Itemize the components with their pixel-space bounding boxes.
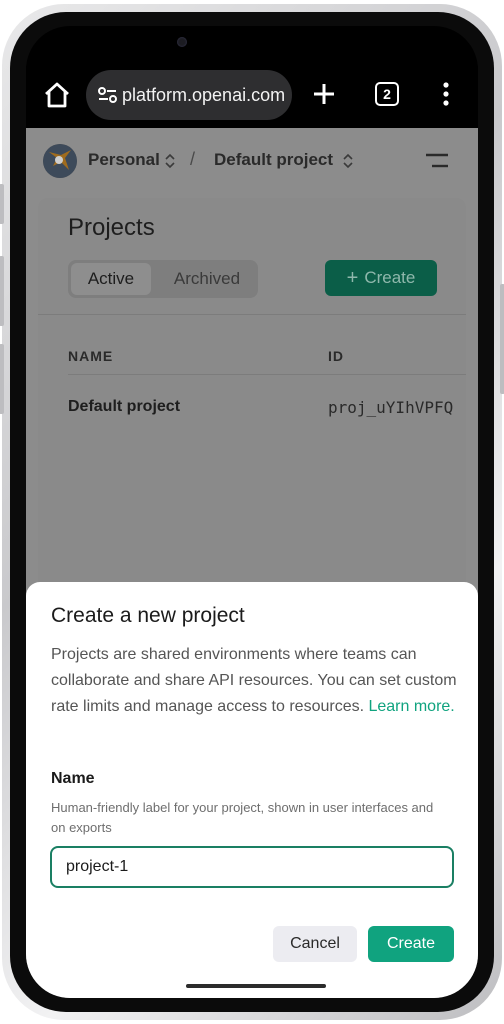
address-bar[interactable]: platform.openai.com (86, 70, 292, 120)
table-row-id: proj_uYIhVPFQ (328, 398, 454, 417)
name-field-label: Name (51, 770, 95, 787)
project-name-input[interactable] (50, 846, 454, 888)
create-button[interactable]: Create (368, 926, 454, 962)
org-switcher-chevron-icon[interactable] (164, 153, 176, 169)
create-project-sheet: Create a new project Projects are shared… (26, 582, 478, 998)
side-button-action (0, 184, 4, 224)
org-avatar[interactable] (43, 144, 77, 178)
table-row-name[interactable]: Default project (68, 398, 180, 416)
side-button-volume-down (0, 344, 4, 414)
org-logo-icon (43, 144, 77, 178)
tab-switcher-button[interactable]: 2 (375, 82, 399, 106)
side-button-volume-up (0, 256, 4, 326)
more-menu-icon[interactable] (438, 80, 454, 108)
home-indicator[interactable] (186, 984, 326, 988)
projects-card: Projects Active Archived + Create NAME I… (38, 198, 466, 598)
url-text: platform.openai.com (122, 84, 286, 105)
column-header-name: NAME (68, 348, 114, 364)
column-header-id: ID (328, 348, 344, 364)
create-project-label: Create (364, 268, 416, 287)
tab-count: 2 (383, 86, 391, 102)
site-settings-icon[interactable] (96, 83, 120, 107)
sheet-title: Create a new project (51, 604, 245, 627)
org-switcher-label[interactable]: Personal (88, 150, 160, 170)
sheet-description: Projects are shared environments where t… (51, 642, 461, 720)
project-switcher-chevron-icon[interactable] (342, 153, 354, 169)
learn-more-link[interactable]: Learn more. (368, 698, 454, 715)
create-project-button[interactable]: + Create (325, 260, 437, 296)
project-switcher-label[interactable]: Default project (214, 150, 333, 170)
tab-active[interactable]: Active (71, 263, 151, 295)
new-tab-icon[interactable] (310, 80, 338, 108)
projects-title: Projects (68, 214, 155, 241)
front-camera (177, 37, 187, 47)
name-field-help: Human-friendly label for your project, s… (51, 800, 434, 835)
top-navigation: Personal / Default project (26, 128, 478, 194)
hamburger-menu-icon[interactable] (424, 152, 450, 170)
home-icon[interactable] (42, 80, 72, 110)
screen: platform.openai.com 2 Personal / Default… (26, 26, 478, 998)
side-button-power (500, 284, 504, 394)
plus-icon: + (346, 267, 359, 289)
tab-archived[interactable]: Archived (158, 263, 256, 295)
projects-filter-tabs: Active Archived (68, 260, 258, 298)
card-divider (38, 314, 466, 315)
table-header-divider (68, 374, 466, 375)
breadcrumb-separator: / (190, 149, 196, 169)
browser-toolbar: platform.openai.com 2 (26, 66, 478, 128)
cancel-button[interactable]: Cancel (273, 926, 357, 962)
